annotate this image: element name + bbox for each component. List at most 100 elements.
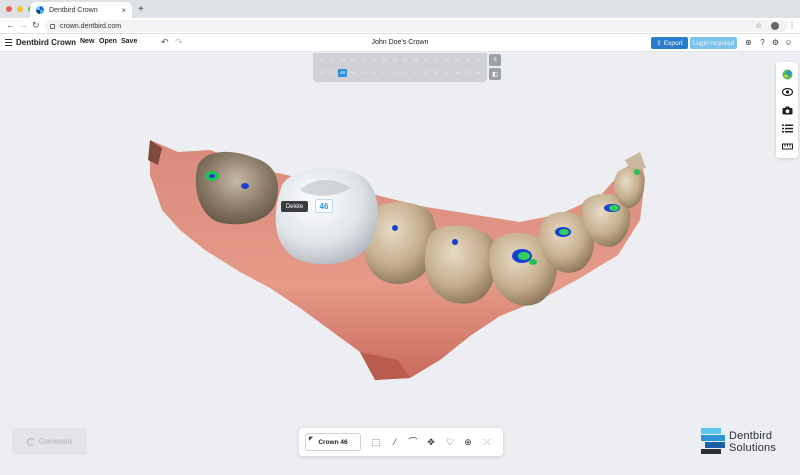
user-profile-icon[interactable]: ☺ (784, 38, 793, 47)
browser-tab[interactable]: Dentbird Crown × (30, 2, 132, 18)
bottom-toolbar: ◤ Crown 46 ⬚ ⁄ ⌒ ✥ ♡ ⊕ ⤫ (299, 428, 503, 456)
browser-menu-icon[interactable]: ⋮ (788, 21, 796, 30)
lock-icon (50, 23, 55, 29)
insertion-axis-icon[interactable]: ⊕ (462, 436, 474, 448)
hamburger-menu-icon[interactable] (5, 39, 12, 46)
crown-46-model[interactable] (275, 167, 378, 265)
tooth-number-42[interactable]: 42 (380, 69, 389, 77)
tooth-number-35[interactable]: 35 (442, 69, 451, 77)
tooth-number-34[interactable]: 34 (432, 69, 441, 77)
tooth-number-26[interactable]: 26 (453, 57, 462, 65)
dentbird-favicon-icon (36, 6, 44, 14)
chart-toggle-icon[interactable]: ≡ (489, 54, 501, 66)
tooth-number-48[interactable]: 48 (317, 69, 326, 77)
tooth-number-15[interactable]: 15 (348, 57, 357, 65)
mirror-icon[interactable]: ⤫ (481, 436, 493, 448)
new-button[interactable]: New (80, 38, 94, 45)
tooth-number-33[interactable]: 33 (421, 69, 430, 77)
tooth-number-44[interactable]: 44 (359, 69, 368, 77)
generate-button[interactable]: Generate (12, 428, 87, 455)
login-required-button[interactable]: Login required (690, 37, 737, 49)
close-window-button[interactable] (6, 6, 12, 12)
settings-gear-icon[interactable]: ⚙ (771, 38, 780, 47)
visibility-eye-icon[interactable] (781, 86, 793, 98)
tooth-number-12[interactable]: 12 (380, 57, 389, 65)
move-arrows-icon[interactable]: ✥ (425, 436, 437, 448)
chart-collapse-icon[interactable]: ◧ (489, 68, 501, 80)
tooth-number-28[interactable]: 28 (474, 57, 483, 65)
list-icon[interactable] (781, 122, 793, 134)
export-button[interactable]: ⇪ Export (651, 37, 688, 49)
tooth-number-chart: 18 17 16 15 14 13 12 11 21 22 23 24 25 26 27 28 48 47 46 4… (313, 53, 487, 82)
brush-sculpt-icon[interactable]: ⁄ (389, 436, 401, 448)
forward-arrow-icon[interactable]: → (19, 20, 28, 30)
reload-icon[interactable]: ↻ (32, 20, 40, 31)
tooth-number-18[interactable]: 18 (317, 57, 326, 65)
tooth-number-24[interactable]: 24 (432, 57, 441, 65)
tooth-number-16[interactable]: 16 (338, 57, 347, 65)
tooth-number-13[interactable]: 13 (369, 57, 378, 65)
camera-icon[interactable] (781, 104, 793, 116)
tooth-number-43[interactable]: 43 (369, 69, 378, 77)
ruler-measure-icon[interactable] (781, 140, 793, 152)
generate-label: Generate (38, 437, 73, 446)
bookmark-star-icon[interactable]: ☆ (755, 21, 762, 30)
export-label: Export (663, 39, 683, 47)
help-icon[interactable]: ? (758, 38, 767, 47)
app-header: Dentbird Crown New Open Save ↶ ↷ John Do… (0, 34, 800, 52)
crown-selector[interactable]: ◤ Crown 46 (305, 433, 361, 451)
tooth-number-38[interactable]: 38 (474, 69, 483, 77)
logo-line-solutions: Solutions (729, 442, 777, 454)
browser-toolbar: ← → ↻ crown.dentbird.com ☆ ⋮ (0, 18, 800, 34)
export-icon: ⇪ (656, 40, 662, 47)
minimize-window-button[interactable] (17, 6, 23, 12)
3d-viewport[interactable]: Delete 46 (0, 52, 800, 475)
save-button[interactable]: Save (121, 38, 137, 45)
tooth-number-37[interactable]: 37 (463, 69, 472, 77)
redo-icon[interactable]: ↷ (175, 37, 183, 48)
delete-crown-button[interactable]: Delete (281, 201, 308, 212)
tooth-number-22[interactable]: 22 (411, 57, 420, 65)
tokens-icon[interactable]: ⊛ (744, 38, 753, 47)
generate-spinner-icon (26, 437, 35, 446)
back-arrow-icon[interactable]: ← (6, 20, 15, 30)
address-bar[interactable]: crown.dentbird.com (44, 20, 788, 32)
undo-icon[interactable]: ↶ (161, 37, 169, 48)
tooth-number-45[interactable]: 45 (348, 69, 357, 77)
tooth-number-27[interactable]: 27 (463, 57, 472, 65)
upper-teeth-row: 18 17 16 15 14 13 12 11 21 22 23 24 25 26 27 28 (317, 55, 483, 67)
tooth-number-23[interactable]: 23 (421, 57, 430, 65)
logo-text: Dentbird Solutions (729, 430, 776, 454)
select-lasso-icon[interactable]: ⬚ (370, 436, 382, 448)
logo-line-dentbird: Dentbird (729, 430, 773, 442)
new-tab-button[interactable]: + (138, 4, 144, 15)
tooth-number-17[interactable]: 17 (327, 57, 336, 65)
tooth-number-25[interactable]: 25 (442, 57, 451, 65)
jaw-scan-model[interactable] (0, 52, 800, 475)
tooth-number-47[interactable]: 47 (327, 69, 336, 77)
profile-avatar-icon[interactable] (771, 22, 779, 30)
tab-close-icon[interactable]: × (121, 6, 126, 15)
lower-teeth-row: 48 47 46 45 44 43 42 41 31 32 33 34 35 36 37 38 (317, 67, 483, 79)
tooth-number-36[interactable]: 36 (453, 69, 462, 77)
tooth-number-11[interactable]: 11 (390, 57, 399, 65)
browser-tab-bar: Dentbird Crown × + (0, 0, 800, 18)
dentbird-solutions-logo: Dentbird Solutions (701, 428, 791, 456)
tooth-number-label[interactable]: 46 (315, 199, 333, 213)
url-text: crown.dentbird.com (60, 22, 122, 30)
dentbird-logo-mark (701, 428, 725, 454)
tooth-number-41[interactable]: 41 (390, 69, 399, 77)
heatmap-icon[interactable] (781, 68, 793, 80)
crown-shape-icon[interactable]: ♡ (444, 436, 456, 448)
document-title: John Doe's Crown (371, 39, 429, 46)
tooth-number-21[interactable]: 21 (401, 57, 410, 65)
tooth-number-14[interactable]: 14 (359, 57, 368, 65)
right-sidebar (776, 62, 798, 158)
open-button[interactable]: Open (99, 38, 117, 45)
crown-selector-label: Crown 46 (318, 438, 348, 446)
tooth-number-32[interactable]: 32 (411, 69, 420, 77)
tooth-number-46[interactable]: 46 (337, 69, 348, 77)
tooth-number-31[interactable]: 31 (401, 69, 410, 77)
app-brand: Dentbird Crown (16, 38, 76, 47)
margin-line-icon[interactable]: ⌒ (407, 436, 419, 448)
